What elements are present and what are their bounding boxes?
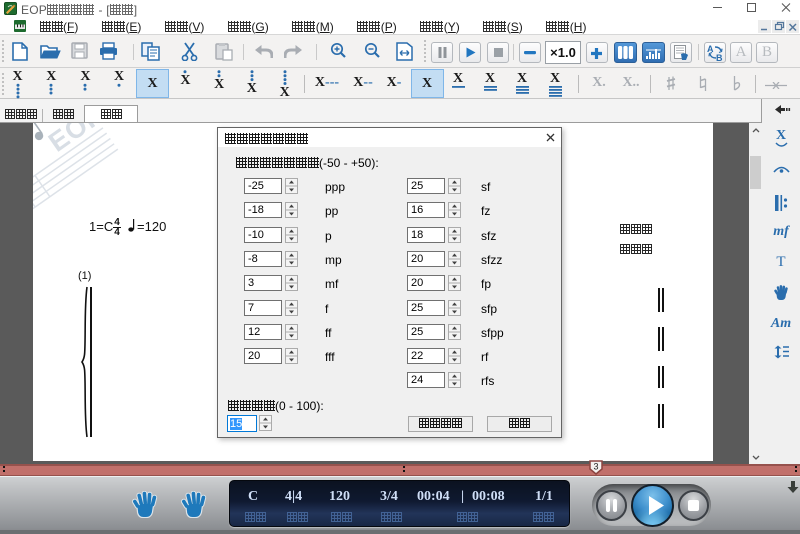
svg-text:EOP: EOP (43, 123, 109, 158)
svg-text:3: 3 (593, 462, 598, 472)
svg-text:B: B (716, 53, 723, 61)
